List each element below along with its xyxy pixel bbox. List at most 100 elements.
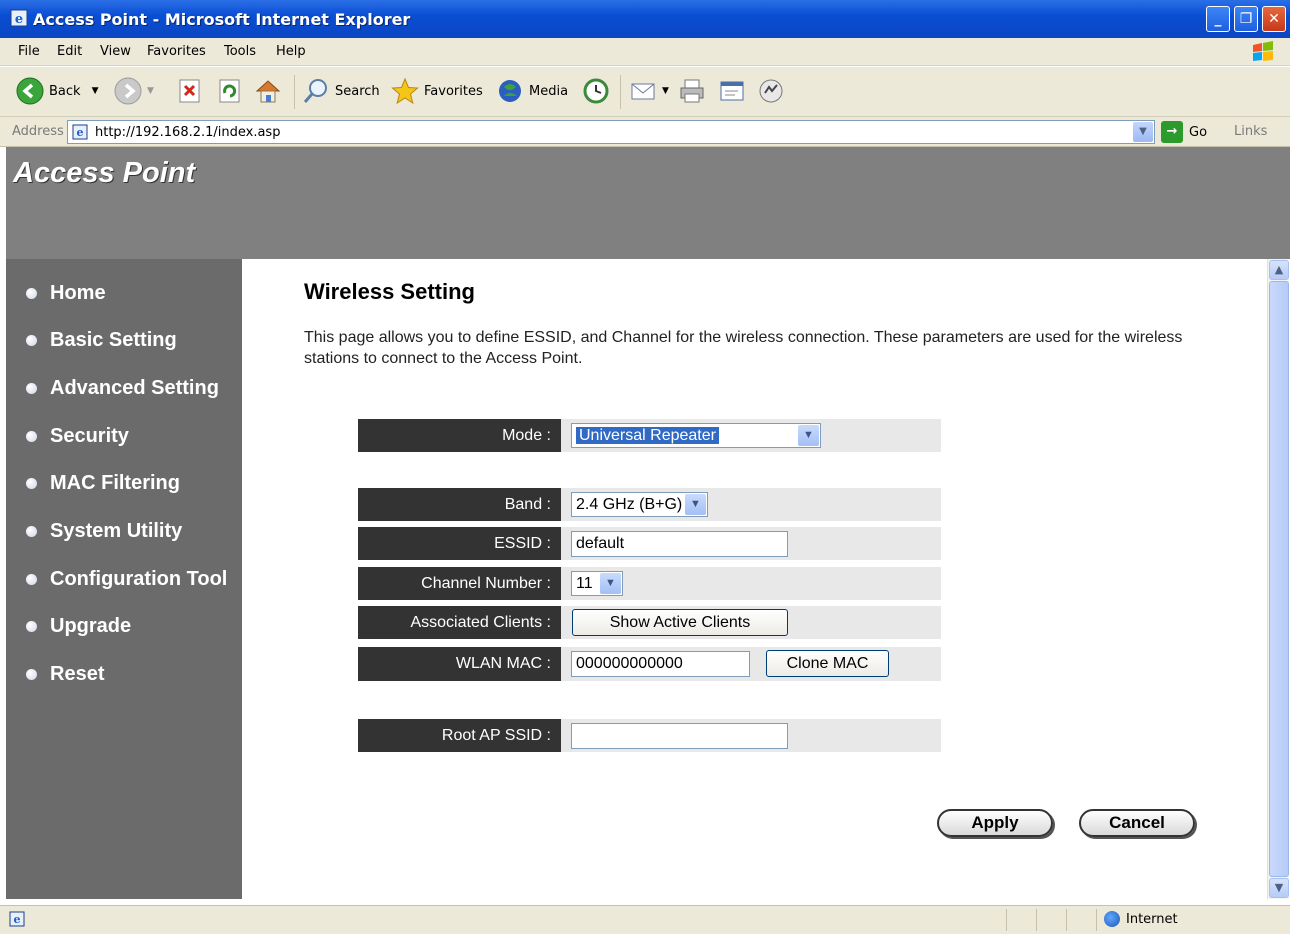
nav-item-label: System Utility [50, 520, 183, 542]
history-icon [583, 78, 609, 104]
nav-item-upgrade[interactable]: Upgrade [26, 615, 131, 638]
globe-icon [1104, 911, 1120, 927]
svg-text:e: e [15, 12, 23, 27]
media-label: Media [529, 83, 569, 99]
bullet-icon [26, 478, 37, 489]
nav-item-configuration-tool[interactable]: Configuration Tool [26, 568, 227, 591]
bullet-icon [26, 526, 37, 537]
forward-dropdown-icon[interactable]: ▼ [147, 86, 154, 96]
address-input[interactable]: e http://192.168.2.1/index.asp ▼ [67, 120, 1155, 144]
chevron-down-icon: ▼ [685, 494, 706, 515]
vertical-scrollbar[interactable]: ▲ ▼ [1267, 259, 1289, 899]
close-button[interactable]: ✕ [1262, 6, 1286, 32]
home-button[interactable] [254, 77, 282, 105]
history-button[interactable] [582, 77, 610, 105]
status-separator [1036, 909, 1037, 931]
back-dropdown-icon[interactable]: ▼ [92, 86, 99, 96]
channel-label: Channel Number : [358, 567, 561, 600]
address-dropdown-icon[interactable]: ▼ [1133, 122, 1153, 142]
back-button[interactable]: Back ▼ [16, 77, 98, 105]
print-button[interactable] [678, 77, 706, 105]
essid-input[interactable]: default [571, 531, 788, 557]
scroll-up-icon[interactable]: ▲ [1269, 260, 1289, 280]
forward-arrow-icon [114, 77, 142, 105]
menu-view[interactable]: View [100, 44, 131, 59]
nav-item-reset[interactable]: Reset [26, 663, 104, 686]
page-header: Access Point [6, 147, 1290, 259]
refresh-button[interactable] [216, 77, 244, 105]
nav-item-basic-setting[interactable]: Basic Setting [26, 329, 177, 352]
toolbar: Back ▼ ▼ Search Favorites Media ▼ [0, 67, 1290, 117]
scrollbar-thumb[interactable] [1269, 281, 1289, 877]
scroll-down-icon[interactable]: ▼ [1269, 878, 1289, 898]
band-label: Band : [358, 488, 561, 521]
root-ap-label: Root AP SSID : [358, 719, 561, 752]
nav-item-mac-filtering[interactable]: MAC Filtering [26, 472, 180, 495]
cancel-button[interactable]: Cancel [1079, 809, 1195, 837]
star-icon [391, 77, 419, 105]
mail-dropdown-icon[interactable]: ▼ [662, 86, 669, 96]
svg-text:e: e [77, 126, 84, 139]
go-arrow-icon: → [1161, 121, 1183, 143]
wlan-mac-row: WLAN MAC : 000000000000 Clone MAC [358, 647, 941, 681]
page-title: Wireless Setting [304, 279, 475, 304]
search-label: Search [335, 83, 380, 99]
mode-select-value: Universal Repeater [576, 427, 719, 444]
nav-item-advanced-setting[interactable]: Advanced Setting [26, 377, 219, 400]
menu-favorites[interactable]: Favorites [147, 44, 206, 59]
root-ap-ssid-input[interactable] [571, 723, 788, 749]
nav-item-label: MAC Filtering [50, 472, 180, 494]
minimize-button[interactable]: _ [1206, 6, 1230, 32]
nav-item-system-utility[interactable]: System Utility [26, 520, 182, 543]
bullet-icon [26, 574, 37, 585]
mode-select[interactable]: Universal Repeater ▼ [571, 423, 821, 448]
menu-edit[interactable]: Edit [57, 44, 82, 59]
menu-tools[interactable]: Tools [224, 44, 256, 59]
search-icon [303, 79, 327, 103]
messenger-button[interactable] [757, 77, 785, 105]
forward-button[interactable]: ▼ [114, 77, 154, 105]
edit-button[interactable] [718, 77, 746, 105]
channel-row: Channel Number : 11 ▼ [358, 567, 941, 600]
media-button[interactable]: Media [496, 77, 568, 105]
nav-item-label: Reset [50, 663, 105, 685]
apply-button[interactable]: Apply [937, 809, 1053, 837]
mail-button[interactable]: ▼ [629, 77, 669, 105]
show-active-clients-button[interactable]: Show Active Clients [572, 609, 788, 636]
links-button[interactable]: Links [1234, 124, 1267, 139]
clone-mac-button[interactable]: Clone MAC [766, 650, 889, 677]
back-label: Back [49, 83, 81, 99]
channel-select[interactable]: 11 ▼ [571, 571, 623, 596]
nav-item-label: Basic Setting [50, 329, 177, 351]
bullet-icon [26, 288, 37, 299]
menu-file[interactable]: File [18, 44, 40, 59]
zone-label: Internet [1126, 911, 1178, 927]
address-url: http://192.168.2.1/index.asp [95, 125, 281, 140]
menu-bar: File Edit View Favorites Tools Help [0, 38, 1290, 66]
page-icon: e [72, 124, 88, 140]
search-button[interactable]: Search [302, 77, 380, 105]
favorites-button[interactable]: Favorites [391, 77, 483, 105]
go-button[interactable]: → Go [1161, 121, 1207, 143]
wlan-mac-input[interactable]: 000000000000 [571, 651, 750, 677]
nav-item-security[interactable]: Security [26, 425, 129, 448]
status-bar: e Internet [0, 905, 1290, 934]
nav-item-home[interactable]: Home [26, 282, 106, 305]
band-select-value: 2.4 GHz (B+G) [576, 496, 683, 513]
channel-select-value: 11 [576, 575, 593, 592]
page-header-title: Access Point [13, 157, 196, 189]
messenger-icon [759, 79, 783, 103]
go-label: Go [1189, 124, 1208, 140]
bullet-icon [26, 335, 37, 346]
stop-button[interactable] [176, 77, 204, 105]
nav-item-label: Security [50, 425, 129, 447]
nav-item-label: Advanced Setting [50, 377, 219, 399]
menu-help[interactable]: Help [276, 44, 306, 59]
back-arrow-icon [16, 77, 44, 105]
wlan-mac-label: WLAN MAC : [358, 647, 561, 681]
maximize-button[interactable]: ❐ [1234, 6, 1258, 32]
chevron-down-icon: ▼ [798, 425, 819, 446]
clients-label: Associated Clients : [358, 606, 561, 639]
chevron-down-icon: ▼ [600, 573, 621, 594]
band-select[interactable]: 2.4 GHz (B+G) ▼ [571, 492, 708, 517]
